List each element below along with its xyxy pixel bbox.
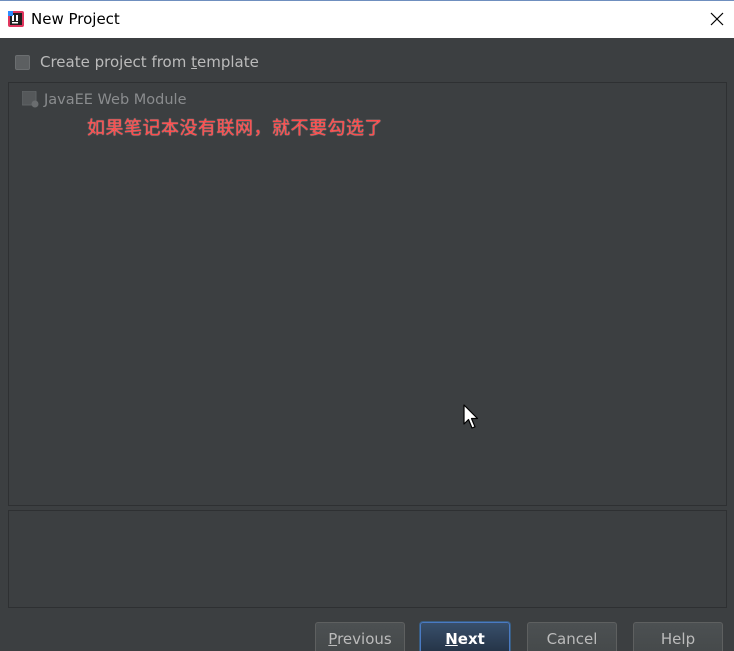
annotation-text: 如果笔记本没有联网，就不要勾选了 (87, 118, 383, 139)
title-bar[interactable]: New Project (0, 0, 734, 38)
previous-button[interactable]: Previous (315, 622, 405, 651)
help-button[interactable]: Help (633, 622, 723, 651)
previous-button-label: Previous (328, 630, 392, 648)
mouse-cursor-icon (463, 404, 479, 429)
next-button[interactable]: Next (420, 622, 510, 651)
create-from-template-option[interactable]: Create project from template (15, 53, 259, 71)
module-icon (22, 91, 39, 108)
list-item[interactable]: JavaEE Web Module (22, 91, 187, 108)
create-from-template-checkbox[interactable] (15, 54, 30, 70)
new-project-dialog: New Project Create project from template… (0, 0, 734, 651)
template-list[interactable]: JavaEE Web Module 如果笔记本没有联网，就不要勾选了 (8, 82, 727, 506)
close-button[interactable] (700, 1, 734, 37)
cancel-button[interactable]: Cancel (527, 622, 617, 651)
next-button-label: Next (445, 630, 485, 648)
intellij-app-icon (8, 11, 24, 27)
description-panel (8, 510, 727, 608)
close-icon (710, 12, 724, 26)
window-title: New Project (31, 10, 120, 28)
create-from-template-label: Create project from template (40, 53, 259, 71)
list-item-label: JavaEE Web Module (44, 91, 187, 108)
